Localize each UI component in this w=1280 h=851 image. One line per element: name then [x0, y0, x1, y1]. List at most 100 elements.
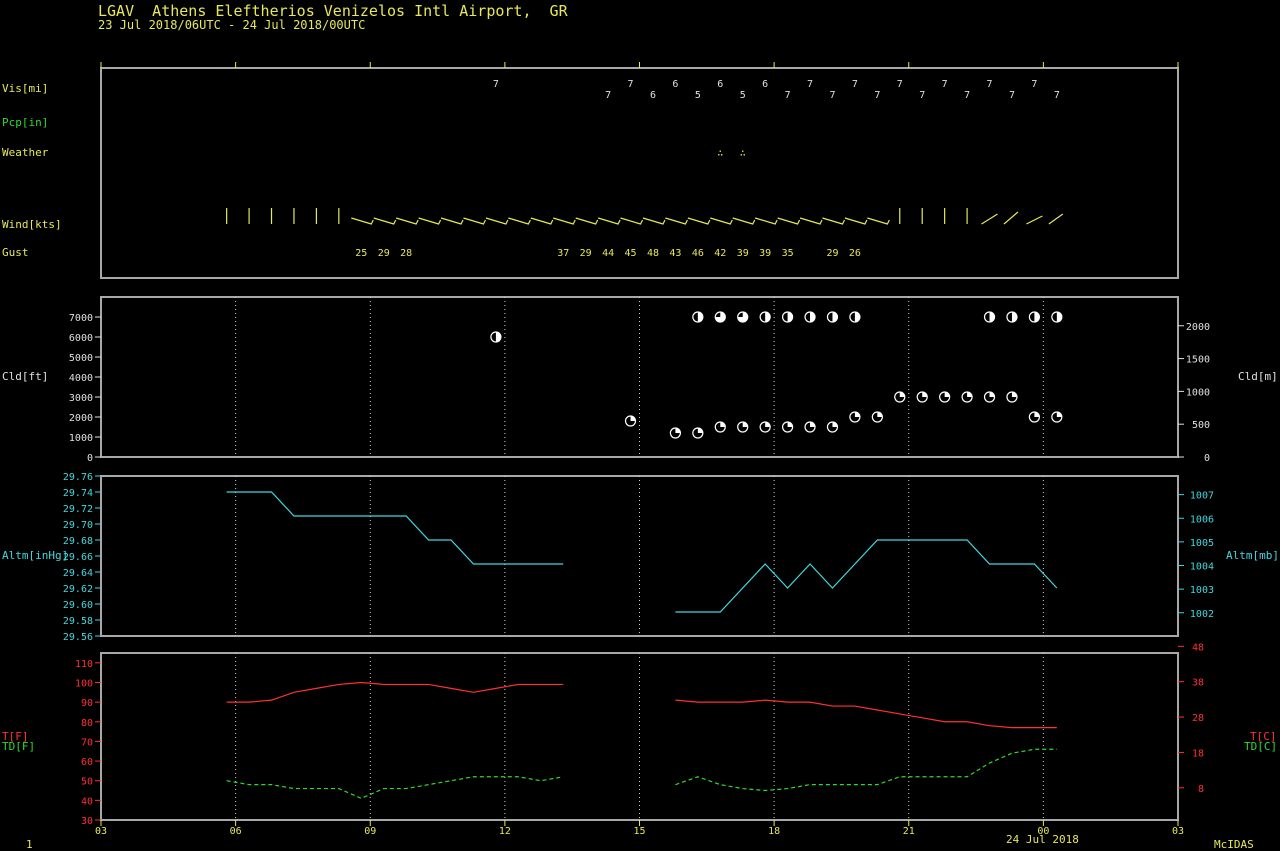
- cloud-ytick-label: 1000: [69, 433, 93, 444]
- wind-barb: [597, 217, 621, 225]
- altimeter-ytick-right-label: 1007: [1190, 491, 1214, 502]
- cloud-cover-symbol: [1028, 311, 1041, 323]
- vis-value: 7: [605, 90, 611, 101]
- vis-value: 7: [987, 79, 993, 90]
- wind-barb: [754, 217, 778, 225]
- vis-value: 7: [807, 79, 813, 90]
- cloud-cover-symbol: [1006, 391, 1018, 403]
- wind-barb: [553, 217, 576, 225]
- vis-value: 6: [717, 79, 723, 90]
- wind-barb: [1048, 213, 1064, 225]
- cloud-ytick-right-label: 0: [1204, 453, 1210, 464]
- vis-value: 5: [740, 90, 746, 101]
- cloud-ytick-label: 5000: [69, 353, 93, 364]
- wind-barb: [687, 217, 711, 225]
- wind-barb: [351, 217, 374, 225]
- altimeter-ytick-label: 29.60: [63, 600, 93, 611]
- gust-value: 26: [849, 248, 861, 259]
- cloud-cover-symbol: [961, 391, 973, 403]
- cloud-cover-symbol: [826, 311, 839, 323]
- altimeter-ytick-right-label: 1006: [1190, 514, 1214, 525]
- cloud-ytick-label: 4000: [69, 373, 93, 384]
- altimeter-ytick-label: 29.68: [63, 536, 93, 547]
- vis-value: 7: [897, 79, 903, 90]
- wind-barb: [867, 217, 890, 225]
- vis-value: 7: [1031, 79, 1037, 90]
- cloud-cover-symbol: [781, 311, 794, 323]
- cloud-cover-fill: [1034, 412, 1040, 417]
- temperature-ytick-label: 110: [75, 659, 93, 670]
- gust-value: 39: [759, 248, 771, 259]
- wind-barb: [732, 217, 756, 225]
- temperature-line: [675, 699, 1057, 729]
- vis-value: 7: [964, 90, 970, 101]
- time-tick-label: 15: [633, 826, 645, 837]
- time-tick-label: 00: [1037, 826, 1049, 837]
- wind-barb: [1026, 215, 1043, 225]
- wind-barb: [981, 213, 998, 225]
- wind-barb: [440, 217, 464, 225]
- altimeter-ytick-label: 29.72: [63, 504, 93, 515]
- wind-barb: [418, 217, 442, 225]
- temperature-panel-frame: [100, 652, 1179, 821]
- vis-value: 7: [628, 79, 634, 90]
- altimeter-ytick-label: 29.76: [63, 472, 93, 483]
- temperature-ytick-right-label: 8: [1198, 784, 1204, 795]
- cloud-cover-fill: [1056, 412, 1062, 417]
- cloud-cover-fill: [810, 422, 816, 427]
- altimeter-ytick-right-label: 1005: [1190, 538, 1214, 549]
- cloud-cover-fill: [697, 428, 703, 433]
- cloud-cover-symbol: [692, 427, 704, 439]
- altimeter-ytick-label: 29.70: [63, 520, 93, 531]
- cloud-cover-fill: [765, 422, 771, 427]
- gust-value: 29: [826, 248, 838, 259]
- vis-value: 7: [829, 90, 835, 101]
- cloud-cover-fill: [630, 416, 636, 421]
- temperature-ytick-label: 70: [81, 737, 93, 748]
- temperature-ytick-label: 100: [75, 678, 93, 689]
- cloud-cover-fill: [1011, 392, 1017, 397]
- cloud-ytick-right-label: 1500: [1186, 355, 1210, 366]
- time-tick-label: 09: [364, 826, 376, 837]
- time-tick-label: 21: [903, 826, 915, 837]
- cloud-cover-fill: [944, 392, 950, 397]
- vis-value: 6: [762, 79, 768, 90]
- gust-value: 29: [580, 248, 592, 259]
- wind-barb: [530, 217, 554, 225]
- wind-barb: [777, 217, 801, 225]
- wind-barb: [665, 217, 688, 225]
- cloud-cover-symbol: [894, 391, 906, 403]
- wind-barb: [373, 217, 397, 225]
- wind-barb: [710, 217, 733, 225]
- temperature-ytick-right-label: 18: [1192, 748, 1204, 759]
- vis-value: 7: [493, 79, 499, 90]
- altimeter-ytick-label: 29.66: [63, 552, 93, 563]
- temperature-ytick-label: 80: [81, 718, 93, 729]
- gust-value: 37: [557, 248, 569, 259]
- vis-value: 6: [650, 90, 656, 101]
- cloud-cover-symbol: [1051, 311, 1063, 323]
- cloud-ytick-label: 0: [87, 453, 93, 464]
- weather-symbol: ∴: [717, 148, 723, 159]
- time-tick-label: 06: [230, 826, 242, 837]
- cloud-cover-symbol: [1028, 411, 1041, 423]
- vis-value: 7: [1009, 90, 1015, 101]
- cloud-ytick-label: 6000: [69, 333, 93, 344]
- cloud-cover-symbol: [849, 411, 861, 423]
- wind-barb: [463, 217, 486, 225]
- altimeter-ytick-label: 29.64: [63, 568, 93, 579]
- temperature-ytick-label: 50: [81, 777, 93, 788]
- cloud-cover-symbol: [983, 391, 996, 403]
- cloud-cover-symbol: [849, 311, 861, 323]
- wind-barb: [1003, 211, 1019, 225]
- time-tick-label: 03: [95, 826, 107, 837]
- wind-barb: [485, 217, 509, 225]
- cloud-cover-symbol: [759, 311, 771, 323]
- time-tick-label: 18: [768, 826, 780, 837]
- cloud-cover-symbol: [916, 391, 928, 403]
- cloud-cover-symbol: [983, 311, 996, 323]
- gust-value: 43: [669, 248, 681, 259]
- cloud-cover-symbol: [737, 421, 749, 433]
- dewpoint-line: [226, 776, 564, 800]
- altimeter-ytick-right-label: 1003: [1190, 585, 1214, 596]
